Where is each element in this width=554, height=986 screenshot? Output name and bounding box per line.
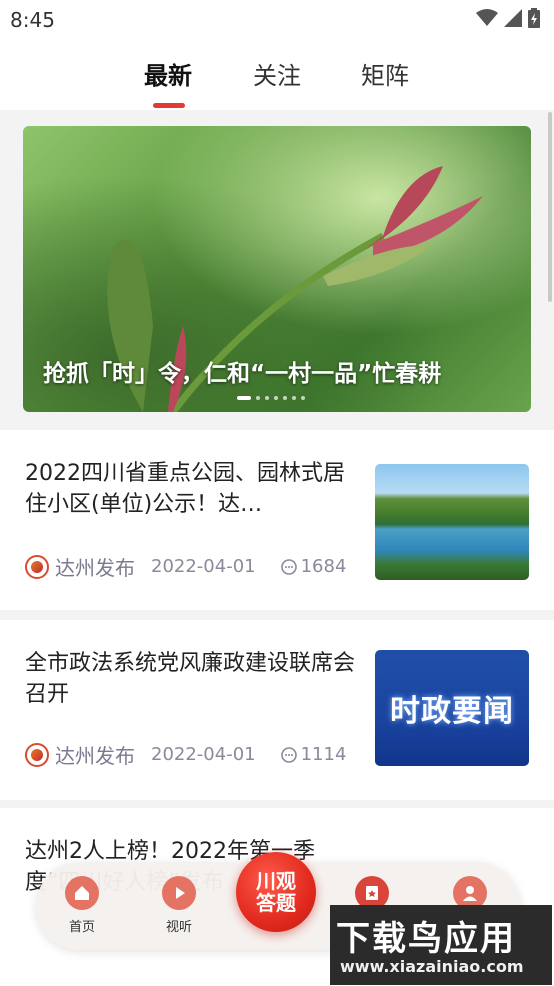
news-title: 2022四川省重点公园、园林式居住小区(单位)公示！达…	[25, 461, 345, 517]
top-tabs: 最新 关注 矩阵	[0, 40, 554, 110]
news-thumbnail	[375, 464, 529, 580]
news-thumbnail: 时政要闻	[375, 650, 529, 766]
tab-latest[interactable]: 最新	[144, 56, 192, 91]
tab-follow[interactable]: 关注	[253, 56, 301, 91]
nav-video-label: 视听	[165, 920, 192, 935]
news-title: 全市政法系统党风廉政建设联席会召开	[25, 651, 356, 707]
news-source: 达州发布	[55, 744, 135, 768]
quiz-button[interactable]: 川观 答题	[236, 852, 316, 932]
source-logo-icon	[25, 554, 49, 579]
news-item[interactable]: 全市政法系统党风廉政建设联席会召开 达州发布 2022-04-01 1114 时…	[0, 620, 554, 800]
comment-count-value: 1684	[300, 556, 347, 577]
news-date: 2022-04-01	[151, 744, 256, 765]
status-bar: 8:45	[0, 0, 554, 40]
banner-carousel[interactable]: 抢抓「时」令，仁和“一村一品”忙春耕	[23, 126, 531, 412]
watermark-text: 下载鸟应用	[336, 919, 516, 959]
battery-icon	[528, 8, 540, 28]
scrollbar[interactable]	[548, 112, 552, 302]
news-item[interactable]: 2022四川省重点公园、园林式居住小区(单位)公示！达… 达州发布 2022-0…	[0, 430, 554, 610]
play-icon	[162, 876, 196, 910]
news-date: 2022-04-01	[151, 556, 256, 577]
carousel-dot	[237, 396, 251, 400]
watermark-url: www.xiazainiao.com	[340, 957, 524, 976]
comment-icon	[280, 746, 297, 763]
nav-video[interactable]: 视听	[149, 876, 209, 935]
comment-count-value: 1114	[300, 744, 347, 765]
quiz-button-label: 川观 答题	[256, 869, 296, 915]
source-logo-icon	[25, 742, 49, 767]
signal-icon	[504, 9, 522, 27]
comment-count: 1684	[280, 556, 347, 577]
carousel-dot	[283, 396, 287, 400]
status-time: 8:45	[10, 8, 55, 32]
banner-caption: 抢抓「时」令，仁和“一村一品”忙春耕	[43, 361, 442, 387]
news-meta: 达州发布 2022-04-01 1684	[25, 552, 346, 581]
news-meta: 达州发布 2022-04-01 1114	[25, 740, 346, 769]
carousel-dot	[256, 396, 260, 400]
carousel-dot	[301, 396, 305, 400]
nav-home-label: 首页	[68, 920, 95, 935]
nav-home[interactable]: 首页	[52, 876, 112, 935]
thumbnail-text: 时政要闻	[390, 694, 514, 729]
home-icon	[65, 876, 99, 910]
wifi-icon	[476, 9, 498, 26]
carousel-dot	[292, 396, 296, 400]
watermark: 下载鸟应用 www.xiazainiao.com	[330, 905, 552, 985]
tab-active-indicator	[153, 103, 185, 108]
comment-count: 1114	[280, 744, 347, 765]
carousel-dot	[265, 396, 269, 400]
comment-icon	[280, 558, 297, 575]
news-source: 达州发布	[55, 556, 135, 580]
tab-matrix[interactable]: 矩阵	[361, 56, 409, 91]
carousel-dot	[274, 396, 278, 400]
carousel-dots	[237, 396, 305, 400]
